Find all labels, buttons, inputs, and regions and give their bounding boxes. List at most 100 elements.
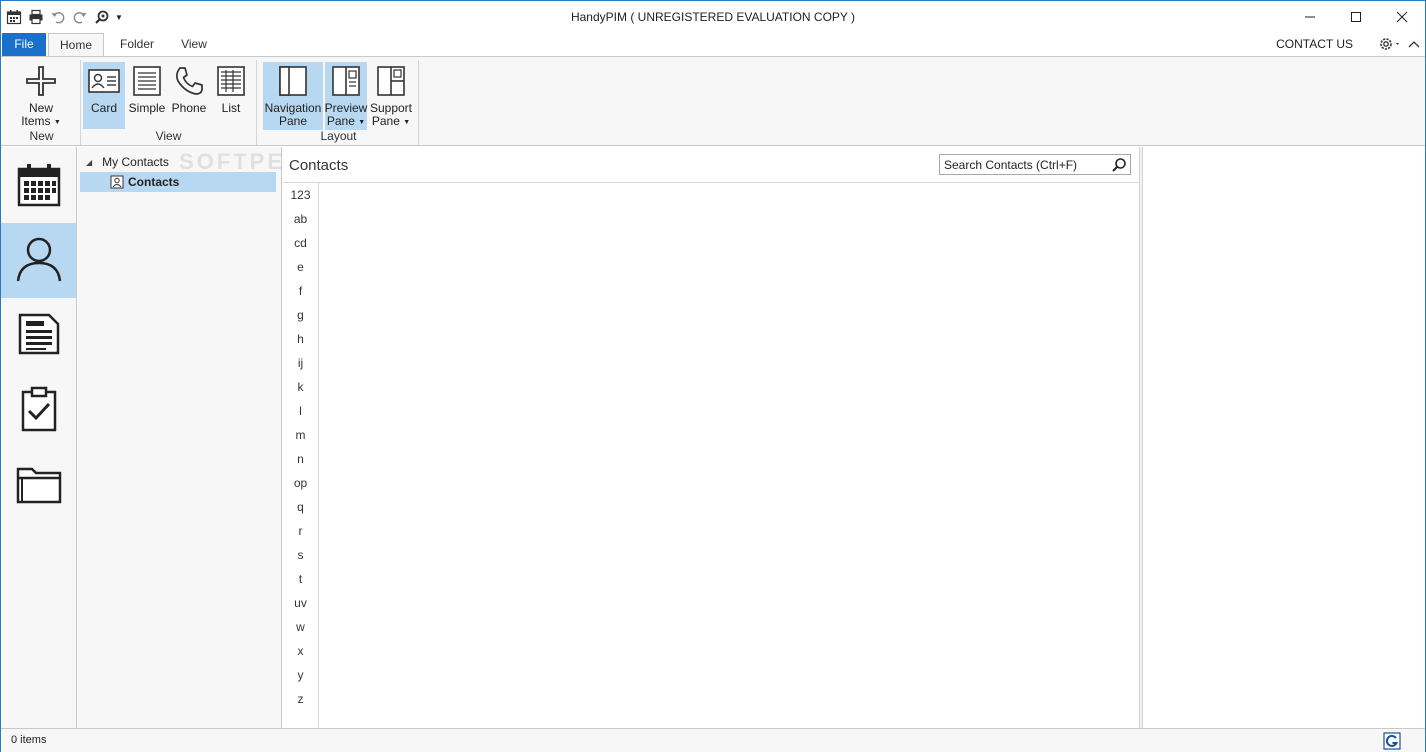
alphabet-letter[interactable]: z <box>283 687 318 711</box>
navigation-pane-icon <box>278 64 308 98</box>
tab-home[interactable]: Home <box>48 33 104 57</box>
contact-us-link[interactable]: CONTACT US <box>1276 37 1353 51</box>
alphabet-letter[interactable]: n <box>283 447 318 471</box>
alphabet-letter[interactable]: g <box>283 303 318 327</box>
contact-card-icon <box>110 175 124 189</box>
support-pane-button[interactable]: Support Pane ▼ <box>369 62 413 130</box>
group-label-view: View <box>155 129 182 143</box>
navigation-pane-button[interactable]: Navigation Pane <box>263 62 323 130</box>
collapse-ribbon-icon[interactable] <box>1407 37 1421 54</box>
new-items-button[interactable]: New Items ▼ <box>11 62 71 130</box>
alphabet-letter[interactable]: h <box>283 327 318 351</box>
contacts-header: Contacts <box>283 147 1139 183</box>
chevron-down-icon: ▼ <box>403 119 411 126</box>
list-grid-icon <box>216 64 246 98</box>
tree-node-contacts[interactable]: Contacts <box>80 172 276 192</box>
tree-node-label: Contacts <box>128 175 180 189</box>
alphabet-letter[interactable]: s <box>283 543 318 567</box>
alphabet-letter[interactable]: uv <box>283 591 318 615</box>
ribbon-group-view: Card Simple Phone List View <box>81 60 257 145</box>
nav-notes-button[interactable] <box>1 298 76 373</box>
nav-calendar-button[interactable] <box>1 149 76 224</box>
ribbon-right-controls <box>1377 34 1421 56</box>
search-box[interactable] <box>939 154 1131 175</box>
window-title: HandyPIM ( UNREGISTERED EVALUATION COPY … <box>570 10 856 24</box>
calendar-icon <box>16 162 62 211</box>
preview-pane <box>1143 147 1425 728</box>
alphabet-letter[interactable]: cd <box>283 231 318 255</box>
tab-file[interactable]: File <box>2 33 46 56</box>
tree-node-my-contacts[interactable]: ◢ My Contacts <box>86 152 169 172</box>
support-pane-label-2: Pane <box>371 114 400 128</box>
group-label-new: New <box>29 129 54 143</box>
chevron-down-icon: ▼ <box>53 119 61 126</box>
alphabet-letter[interactable]: m <box>283 423 318 447</box>
settings-gear-icon[interactable] <box>1377 35 1403 56</box>
list-label: List <box>221 101 241 115</box>
tree-node-label: My Contacts <box>102 155 169 169</box>
tab-view[interactable]: View <box>167 33 221 56</box>
item-count: 0 items <box>11 734 47 746</box>
alphabet-letter[interactable]: op <box>283 471 318 495</box>
search-icon[interactable] <box>1111 157 1127 173</box>
navigation-pane-label-2: Pane <box>278 114 308 128</box>
module-nav-bar <box>1 147 77 728</box>
nav-tasks-button[interactable] <box>1 373 76 448</box>
title-bar: ▼ HandyPIM ( UNREGISTERED EVALUATION COP… <box>1 1 1425 33</box>
card-icon <box>87 64 121 98</box>
list-view-button[interactable]: List <box>211 62 251 129</box>
ribbon-tabs: File Home Folder View CONTACT US <box>1 33 1425 57</box>
alphabet-letter[interactable]: w <box>283 615 318 639</box>
alphabet-letter[interactable]: ij <box>283 351 318 375</box>
alphabet-letter[interactable]: ab <box>283 207 318 231</box>
phone-view-button[interactable]: Phone <box>169 62 209 129</box>
ribbon-group-layout: Navigation Pane Preview Pane ▼ Support P… <box>259 60 419 145</box>
support-pane-icon <box>376 64 406 98</box>
nav-contacts-button[interactable] <box>1 223 76 298</box>
alphabet-letter[interactable]: k <box>283 375 318 399</box>
alphabet-letter[interactable]: x <box>283 639 318 663</box>
app-window: ▼ HandyPIM ( UNREGISTERED EVALUATION COP… <box>0 0 1426 752</box>
person-icon <box>15 235 63 286</box>
alphabet-letter[interactable]: t <box>283 567 318 591</box>
plus-icon <box>24 64 58 98</box>
simple-list-icon <box>132 64 162 98</box>
group-label-layout: Layout <box>320 129 357 143</box>
simple-view-button[interactable]: Simple <box>127 62 167 129</box>
nav-folders-button[interactable] <box>1 448 76 523</box>
alphabet-index: 123 ab cd e f g h ij k l m n op q r s t uv w x y z <box>283 183 319 728</box>
maximize-button[interactable] <box>1333 1 1379 33</box>
chevron-down-icon: ▼ <box>358 119 366 126</box>
alphabet-letter[interactable]: q <box>283 495 318 519</box>
preview-pane-button[interactable]: Preview Pane ▼ <box>325 62 367 130</box>
ribbon-group-new: New Items ▼ New <box>3 60 81 145</box>
card-view-button[interactable]: Card <box>83 62 125 129</box>
phone-label: Phone <box>171 101 207 115</box>
alphabet-letter[interactable]: r <box>283 519 318 543</box>
folder-icon <box>16 464 62 507</box>
folder-tree: ◢ My Contacts Contacts <box>78 147 282 728</box>
notes-icon <box>17 312 61 359</box>
new-items-label-2: Items <box>21 114 51 128</box>
alphabet-letter[interactable]: l <box>283 399 318 423</box>
sync-g-icon[interactable] <box>1383 732 1401 750</box>
contacts-main-pane: Contacts 123abcdefghijklmnopqrstuvwxyz <box>283 147 1143 728</box>
alphabet-letter[interactable]: e <box>283 255 318 279</box>
alphabet-letter[interactable]: f <box>283 279 318 303</box>
window-controls <box>1287 1 1425 33</box>
search-input[interactable] <box>944 157 1104 172</box>
phone-icon <box>173 64 205 98</box>
card-label: Card <box>90 101 117 115</box>
alphabet-letter[interactable]: 123 <box>283 183 318 207</box>
tab-folder[interactable]: Folder <box>109 33 165 56</box>
clipboard-check-icon <box>19 386 59 435</box>
page-title: Contacts <box>289 157 349 174</box>
alphabet-letter[interactable]: y <box>283 663 318 687</box>
ribbon: New Items ▼ New Card Simple Phone List V… <box>1 56 1425 146</box>
minimize-button[interactable] <box>1287 1 1333 33</box>
simple-label: Simple <box>128 101 166 115</box>
close-button[interactable] <box>1379 1 1425 33</box>
status-bar: 0 items <box>1 728 1425 752</box>
expand-triangle-icon[interactable]: ◢ <box>86 158 92 167</box>
preview-pane-label-2: Pane <box>326 114 355 128</box>
